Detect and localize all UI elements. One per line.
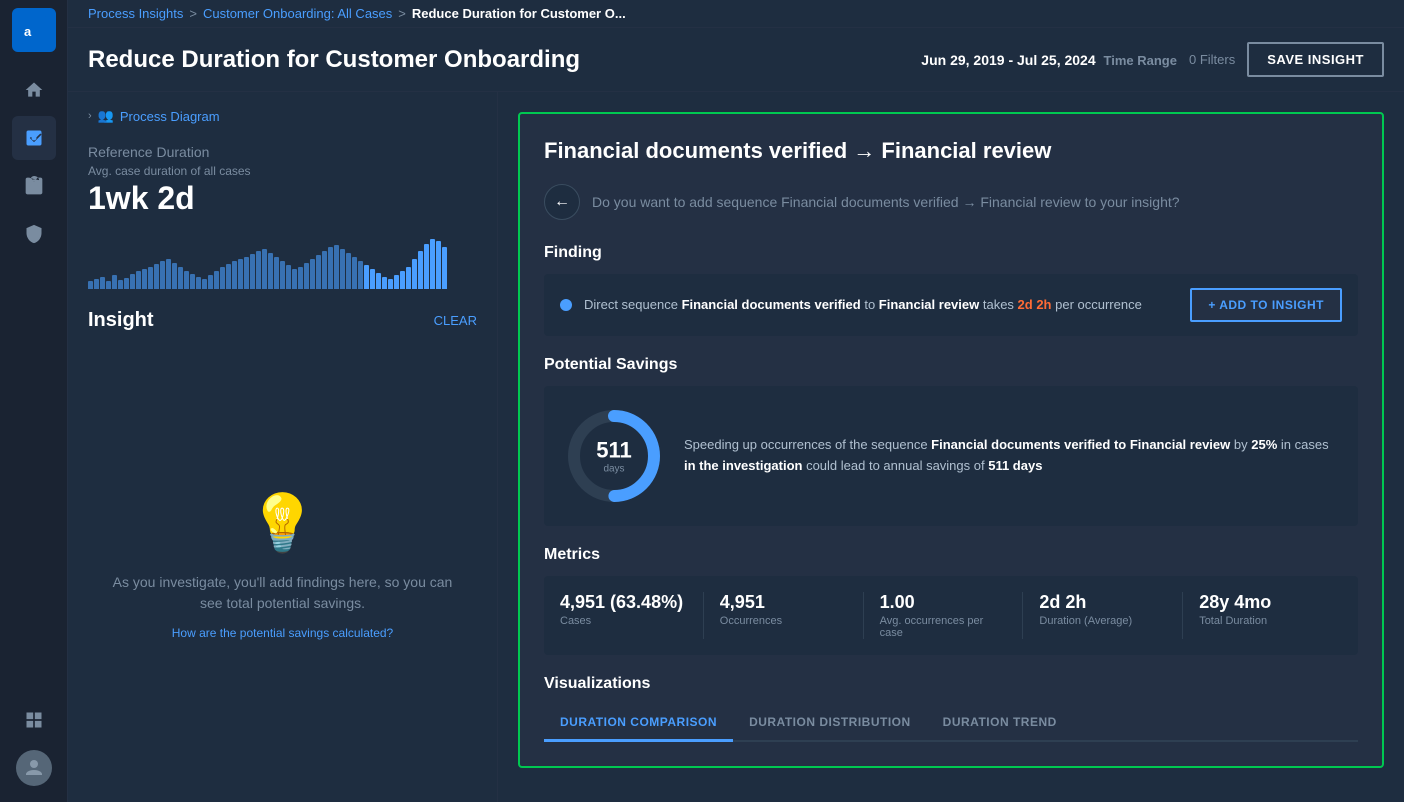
breadcrumb-link-1[interactable]: Process Insights bbox=[88, 6, 183, 21]
breadcrumb-sep-1: > bbox=[189, 6, 197, 21]
duration-bar-chart bbox=[88, 229, 477, 289]
diagram-icon: 👥 bbox=[98, 108, 114, 124]
metric-label: Cases bbox=[560, 615, 687, 627]
sidebar-bottom bbox=[12, 698, 56, 794]
metric-value: 4,951 bbox=[720, 592, 847, 613]
finding-row: Direct sequence Financial documents veri… bbox=[544, 274, 1358, 336]
sidebar-nav bbox=[12, 68, 56, 698]
sidebar-item-analytics[interactable] bbox=[12, 116, 56, 160]
insight-empty-text: As you investigate, you'll add findings … bbox=[108, 572, 457, 614]
left-panel: › 👥 Process Diagram Reference Duration A… bbox=[68, 92, 498, 802]
sidebar-item-grid[interactable] bbox=[12, 698, 56, 742]
time-range-label: Time Range bbox=[1104, 53, 1177, 68]
sidebar: a bbox=[0, 0, 68, 802]
ref-duration-value: 1wk 2d bbox=[88, 180, 477, 217]
savings-section-label: Potential Savings bbox=[544, 356, 1358, 374]
metric-value: 2d 2h bbox=[1039, 592, 1166, 613]
detail-card: Financial documents verified → Financial… bbox=[518, 112, 1384, 768]
savings-donut: 511 days bbox=[564, 406, 664, 506]
add-to-insight-button[interactable]: + ADD TO INSIGHT bbox=[1190, 288, 1342, 322]
metric-item: 4,951 (63.48%) Cases bbox=[560, 592, 704, 639]
savings-description: Speeding up occurrences of the sequence … bbox=[684, 435, 1338, 477]
finding-section-label: Finding bbox=[544, 244, 1358, 262]
finding-dot-icon bbox=[560, 299, 572, 311]
avg-duration-label: Avg. case duration of all cases bbox=[88, 164, 477, 178]
metrics-grid: 4,951 (63.48%) Cases 4,951 Occurrences 1.00A… bbox=[544, 576, 1358, 655]
finding-bold1: Financial documents verified bbox=[682, 297, 861, 312]
user-avatar[interactable] bbox=[16, 750, 52, 786]
process-diagram-label: Process Diagram bbox=[120, 109, 220, 124]
viz-tab[interactable]: DURATION COMPARISON bbox=[544, 705, 733, 742]
finding-bold2: Financial review bbox=[879, 297, 979, 312]
sidebar-item-home[interactable] bbox=[12, 68, 56, 112]
page-header: Reduce Duration for Customer Onboarding … bbox=[68, 28, 1404, 92]
viz-tab[interactable]: DURATION TREND bbox=[927, 705, 1073, 742]
finding-text: Direct sequence Financial documents veri… bbox=[584, 296, 1178, 314]
page-title: Reduce Duration for Customer Onboarding bbox=[88, 46, 580, 74]
viz-section-label: Visualizations bbox=[544, 675, 1358, 693]
back-question-text: Do you want to add sequence Financial do… bbox=[592, 194, 1180, 210]
insight-title: Insight bbox=[88, 309, 154, 332]
sidebar-item-security[interactable] bbox=[12, 212, 56, 256]
time-range-value: Jun 29, 2019 - Jul 25, 2024 bbox=[921, 52, 1095, 68]
insight-section-header: Insight CLEAR bbox=[88, 309, 477, 332]
save-insight-button[interactable]: SAVE INSIGHT bbox=[1247, 42, 1384, 77]
right-panel: Financial documents verified → Financial… bbox=[498, 92, 1404, 802]
metric-item: 4,951 Occurrences bbox=[704, 592, 864, 639]
donut-value: 511 bbox=[596, 438, 632, 464]
donut-unit: days bbox=[596, 464, 632, 475]
content-area: › 👥 Process Diagram Reference Duration A… bbox=[68, 92, 1404, 802]
filters-badge[interactable]: 0 Filters bbox=[1189, 52, 1235, 67]
metrics-section-label: Metrics bbox=[544, 546, 1358, 564]
breadcrumb-sep-2: > bbox=[398, 6, 406, 21]
metric-label: Total Duration bbox=[1199, 615, 1326, 627]
breadcrumb-current: Reduce Duration for Customer O... bbox=[412, 6, 626, 21]
header-right: Jun 29, 2019 - Jul 25, 2024 Time Range 0… bbox=[921, 42, 1384, 77]
lightbulb-icon: 💡 bbox=[248, 490, 318, 556]
viz-tab[interactable]: DURATION DISTRIBUTION bbox=[733, 705, 927, 742]
time-range: Jun 29, 2019 - Jul 25, 2024 Time Range bbox=[921, 52, 1177, 68]
metric-label: Duration (Average) bbox=[1039, 615, 1166, 627]
svg-text:a: a bbox=[24, 24, 32, 39]
back-row: ← Do you want to add sequence Financial … bbox=[544, 184, 1358, 220]
detail-title: Financial documents verified → Financial… bbox=[544, 138, 1358, 164]
metric-item: 2d 2h Duration (Average) bbox=[1023, 592, 1183, 639]
breadcrumb: Process Insights > Customer Onboarding: … bbox=[68, 0, 1404, 28]
app-logo[interactable]: a bbox=[12, 8, 56, 52]
back-button[interactable]: ← bbox=[544, 184, 580, 220]
insight-empty-state: 💡 As you investigate, you'll add finding… bbox=[88, 344, 477, 786]
sidebar-item-data[interactable] bbox=[12, 164, 56, 208]
metric-label: Occurrences bbox=[720, 615, 847, 627]
clear-button[interactable]: CLEAR bbox=[434, 313, 477, 328]
metric-value: 28y 4mo bbox=[1199, 592, 1326, 613]
chevron-right-icon: › bbox=[88, 110, 92, 122]
savings-faq-link[interactable]: How are the potential savings calculated… bbox=[172, 626, 393, 640]
savings-box: 511 days Speeding up occurrences of the … bbox=[544, 386, 1358, 526]
process-diagram-link[interactable]: › 👥 Process Diagram bbox=[88, 108, 477, 124]
metric-item: 28y 4mo Total Duration bbox=[1183, 592, 1342, 639]
metric-value: 1.00 bbox=[880, 592, 1007, 613]
metric-value: 4,951 (63.48%) bbox=[560, 592, 687, 613]
breadcrumb-link-2[interactable]: Customer Onboarding: All Cases bbox=[203, 6, 392, 21]
ref-duration-heading: Reference Duration bbox=[88, 144, 477, 160]
viz-tabs: DURATION COMPARISONDURATION DISTRIBUTION… bbox=[544, 705, 1358, 742]
metric-label: Avg. occurrences per case bbox=[880, 615, 1007, 639]
metric-item: 1.00Avg. occurrences per case bbox=[864, 592, 1024, 639]
finding-highlight: 2d 2h bbox=[1018, 297, 1052, 312]
main-content: Process Insights > Customer Onboarding: … bbox=[68, 0, 1404, 802]
